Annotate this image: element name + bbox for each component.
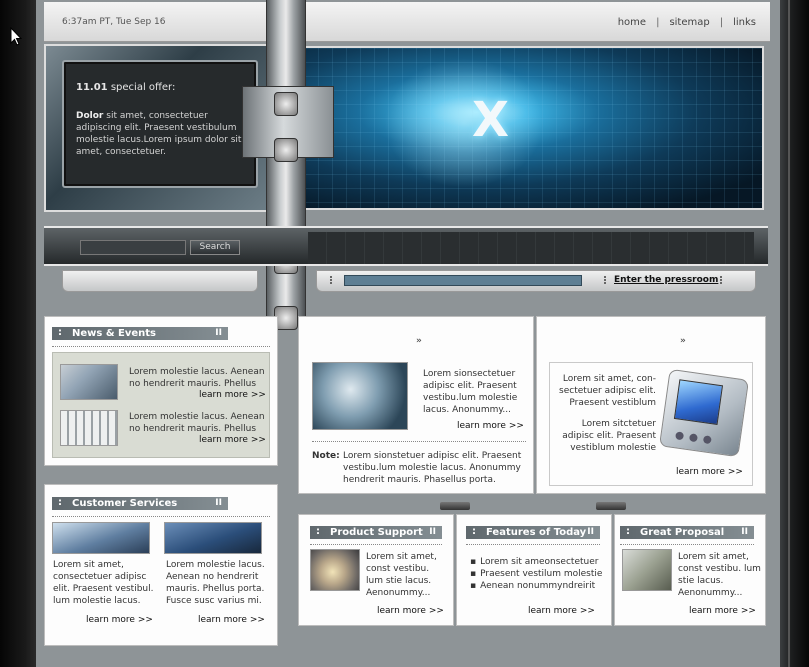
proposal-title: Great Proposal II: [620, 525, 754, 539]
note-label: Note:: [312, 451, 340, 461]
divider: [310, 544, 442, 545]
nav-home-link[interactable]: home: [618, 17, 646, 28]
dot-icon: [604, 276, 608, 284]
right-rail: [780, 0, 809, 667]
nav-links-link[interactable]: links: [733, 17, 756, 28]
proposal-learn-more[interactable]: learn more >>: [689, 606, 756, 616]
left-lip: [62, 270, 258, 292]
right-text-2: Lorem sitctetuer adipisc elit. Praesent …: [562, 419, 656, 453]
offer-title: 11.01 special offer:: [76, 82, 175, 93]
features-title-text: Features of Today: [486, 527, 587, 538]
proposal-title-text: Great Proposal: [640, 527, 725, 538]
bracket-icon: [440, 502, 470, 510]
product-thumb: [310, 549, 360, 591]
news-title-text: News & Events: [72, 328, 157, 339]
offer-lead: Dolor: [76, 111, 104, 121]
divider: [52, 346, 270, 347]
customer-text-1: Lorem sit amet, consectetuer adipisc eli…: [53, 560, 154, 606]
news-text-1: Lorem molestie lacus. Aenean no hendreri…: [129, 367, 265, 389]
customer-pipe: II: [215, 498, 222, 508]
pressroom-field: [344, 275, 582, 286]
search-input[interactable]: [80, 240, 186, 255]
mouse-cursor-icon: [10, 27, 22, 46]
features-title: Features of TodayII: [466, 525, 600, 539]
datetime-label: 6:37am PT, Tue Sep 16: [62, 17, 166, 27]
features-item-2: Praesent vestilum molestie: [470, 568, 602, 580]
proposal-text: Lorem sit amet, const vestibu. lum stie …: [678, 552, 761, 598]
product-text: Lorem sit amet, const vestibu. lum stie …: [366, 552, 437, 598]
top-bar: 6:37am PT, Tue Sep 16 home | sitemap | links: [44, 2, 770, 42]
proposal-pipe: II: [741, 527, 748, 537]
dot-icon: [330, 276, 334, 284]
left-rail: [0, 0, 36, 667]
product-learn-more[interactable]: learn more >>: [377, 606, 444, 616]
news-thumb-1: [60, 364, 118, 400]
pda-button: [688, 433, 698, 443]
hero-glow: [384, 58, 544, 188]
product-pipe: II: [429, 527, 436, 537]
offer-label: special offer:: [110, 82, 176, 93]
double-arrow-icon: »: [416, 336, 422, 346]
right-learn-more[interactable]: learn more >>: [676, 467, 743, 477]
search-button[interactable]: Search: [190, 240, 240, 255]
customer-thumb-2: [164, 522, 262, 554]
nav-sitemap-link[interactable]: sitemap: [669, 17, 709, 28]
news-text-2: Lorem molestie lacus. Aenean no hendreri…: [129, 412, 265, 434]
bolt-icon: [274, 138, 298, 162]
news-pipe: II: [215, 328, 222, 338]
double-arrow-icon: »: [680, 336, 686, 346]
customer-thumb-1: [52, 522, 150, 554]
bracket-icon: [596, 502, 626, 510]
features-list: Lorem sit ameonsectetuer Praesent vestil…: [470, 556, 602, 592]
divider: [620, 544, 754, 545]
customer-learn-more-1[interactable]: learn more >>: [86, 615, 153, 625]
divider: [466, 544, 600, 545]
product-title: Product Support II: [310, 525, 442, 539]
divider: [52, 516, 270, 517]
bolt-icon: [274, 92, 298, 116]
proposal-thumb: [622, 549, 672, 591]
news-learn-more-1[interactable]: learn more >>: [199, 390, 266, 400]
center-text: Lorem sionsectetuer adipisc elit. Praese…: [423, 369, 518, 415]
features-pipe: II: [587, 527, 594, 537]
news-title: News & Events II: [52, 326, 228, 340]
customer-learn-more-2[interactable]: learn more >>: [198, 615, 265, 625]
center-thumb: [312, 362, 408, 430]
offer-text: Dolor sit amet, consectetuer adipiscing …: [76, 110, 254, 158]
customer-title-text: Customer Services: [72, 498, 178, 509]
product-title-text: Product Support: [330, 527, 423, 538]
hero-logo: X: [472, 92, 510, 148]
pda-screen: [673, 379, 724, 425]
offer-number: 11.01: [76, 82, 108, 93]
features-item-1: Lorem sit ameonsectetuer: [470, 556, 602, 568]
divider: [312, 441, 526, 442]
features-learn-more[interactable]: learn more >>: [528, 606, 595, 616]
customer-title: Customer Services II: [52, 496, 228, 510]
dot-icon: [720, 276, 724, 284]
hero-banner: X: [302, 46, 764, 210]
pda-image: [658, 368, 750, 458]
center-learn-more[interactable]: learn more >>: [457, 421, 524, 431]
nav-separator: |: [719, 17, 724, 28]
features-item-3: Aenean nonummyndreirit: [470, 580, 602, 592]
customer-text-2: Lorem molestie lacus. Aenean no hendreri…: [166, 560, 265, 606]
pda-button: [675, 431, 685, 441]
news-learn-more-2[interactable]: learn more >>: [199, 435, 266, 445]
pressroom-link[interactable]: Enter the pressroom: [614, 275, 718, 285]
news-thumb-2: [60, 410, 118, 446]
pda-button: [702, 435, 712, 445]
nav-separator: |: [656, 17, 660, 28]
top-nav: home | sitemap | links: [618, 17, 756, 28]
note-text: Lorem sionstetuer adipisc elit. Praesent…: [343, 451, 522, 485]
right-text-1: Lorem sit amet, con- sectetuer adipisc e…: [559, 374, 656, 408]
strip-texture: [308, 232, 754, 264]
